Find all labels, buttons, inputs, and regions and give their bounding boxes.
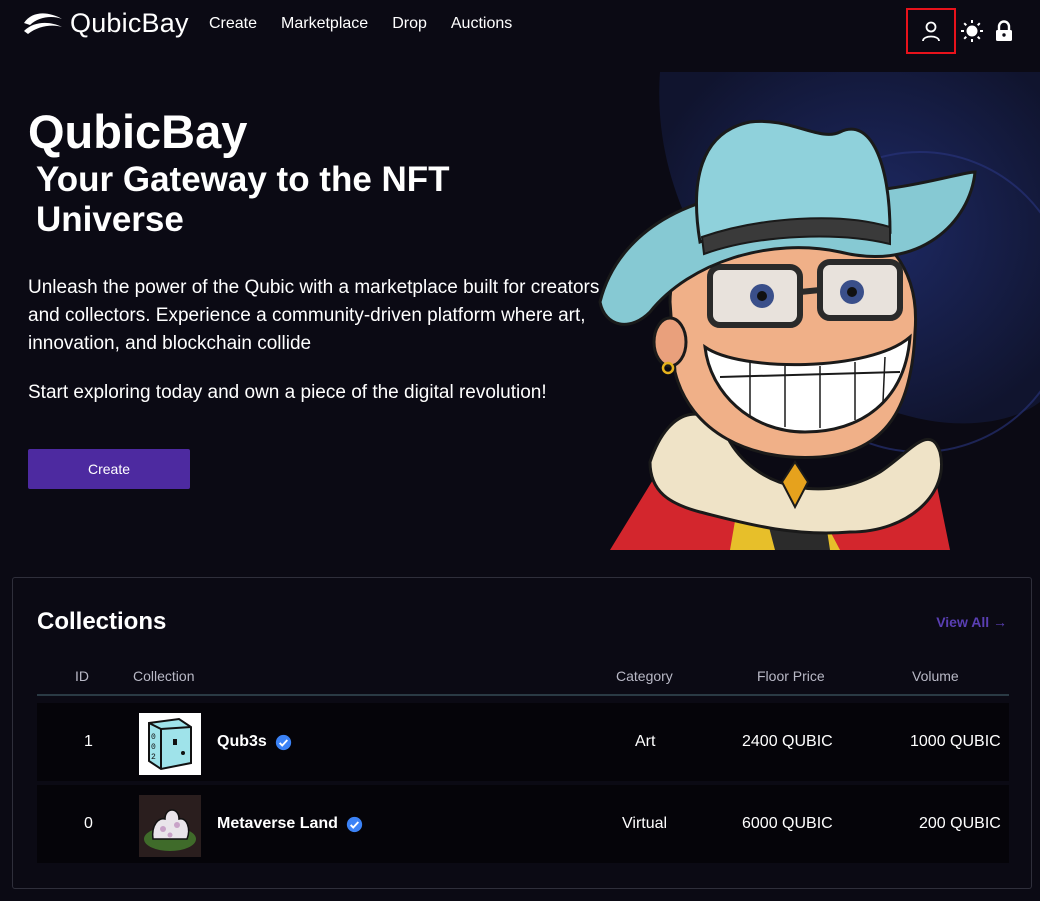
verified-badge-icon [346,816,363,832]
lock-icon [996,20,1012,41]
nav-auctions[interactable]: Auctions [451,15,512,33]
nav-create[interactable]: Create [209,15,257,33]
logo[interactable]: QubicBay [22,8,189,39]
verified-badge-icon [275,734,291,750]
create-button[interactable]: Create [28,449,190,489]
nav-links: Create Marketplace Drop Auctions [209,15,512,33]
row-volume: 200 QUBIC [919,815,1001,832]
column-header-volume[interactable]: Volume [912,668,959,684]
top-nav: QubicBay Create Marketplace Drop Auction… [0,0,1040,54]
column-header-collection[interactable]: Collection [133,668,194,684]
hero-cta-text: Start exploring today and own a piece of… [28,382,547,403]
svg-text:0: 0 [151,743,156,752]
row-category: Virtual [622,815,668,832]
collection-thumbnail: 0 0 2 [139,713,201,775]
hero-mascot-image [598,72,1040,550]
column-header-floor-price[interactable]: Floor Price [757,668,825,684]
hero-title: QubicBay [28,105,248,158]
hero-description: Unleash the power of the Qubic with a ma… [28,277,600,354]
svg-text:2: 2 [151,753,156,762]
user-account-button[interactable] [906,8,956,54]
table-header: ID Collection Category Floor Price Volum… [37,662,1009,696]
nav-marketplace[interactable]: Marketplace [281,15,368,33]
wave-logo-icon [24,12,62,34]
collection-thumbnail [139,795,201,857]
svg-text:0: 0 [151,733,156,742]
collection-name-text: Qub3s [217,733,267,750]
theme-toggle-button[interactable] [956,15,988,47]
row-floor-price: 6000 QUBIC [742,815,833,832]
row-id: 0 [84,815,93,832]
collections-title: Collections [37,608,167,635]
page: QubicBay Create Marketplace Drop Auction… [0,0,1040,901]
sun-icon [961,20,983,42]
collection-name-text: Metaverse Land [217,815,338,832]
hero-subtitle: Your Gateway to the NFT Universe [36,160,450,239]
row-category: Art [635,733,656,750]
collection-name: Qub3s [217,733,292,751]
nav-drop[interactable]: Drop [392,15,427,33]
brand-name: QubicBay [70,8,189,38]
view-all-link[interactable]: View All → [936,614,1007,630]
row-floor-price: 2400 QUBIC [742,733,833,750]
column-header-id[interactable]: ID [75,668,89,684]
row-id: 1 [84,733,93,750]
collection-name: Metaverse Land [217,815,363,833]
lock-button[interactable] [988,15,1020,47]
user-icon [922,21,940,42]
collections-panel: Collections View All → ID Collection Cat… [12,577,1032,889]
table-row[interactable]: 1 0 0 2 Qub3s Art 2400 QUBIC 1000 QUBIC [37,703,1009,781]
nav-icons [906,8,1020,54]
table-row[interactable]: 0 Metaverse Land Virtual 6000 QUBIC 200 … [37,785,1009,863]
row-volume: 1000 QUBIC [910,733,1001,750]
column-header-category[interactable]: Category [616,668,673,684]
